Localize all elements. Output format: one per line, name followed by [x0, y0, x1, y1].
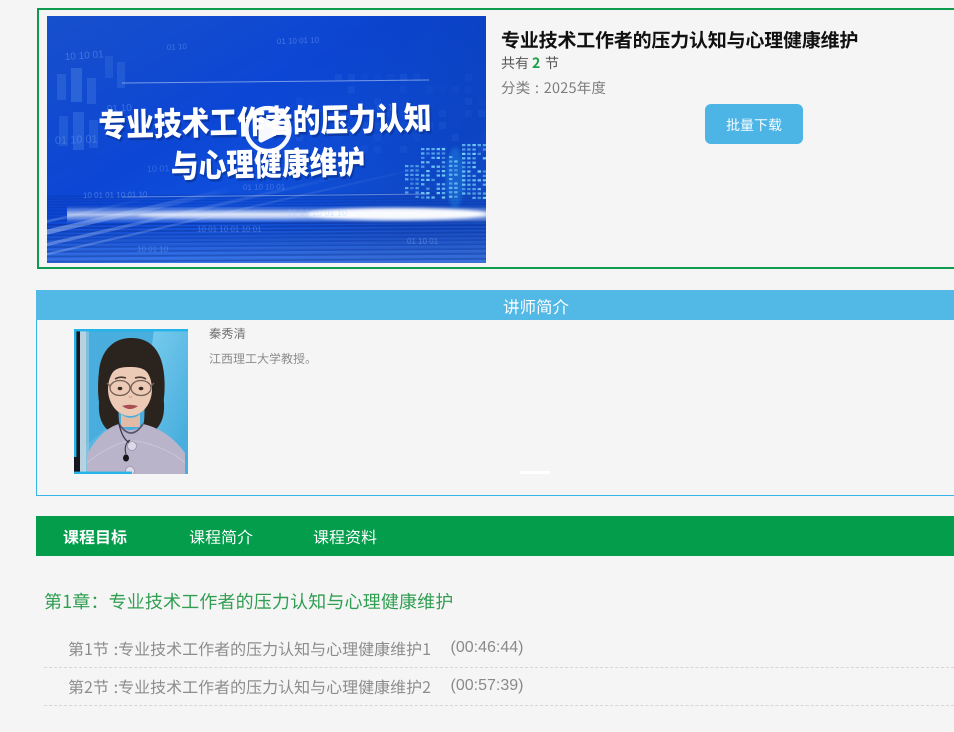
svg-text:01 10: 01 10	[167, 42, 188, 52]
svg-text:10 01: 10 01	[147, 163, 170, 174]
svg-text:01 10 01 10: 01 10 01 10	[277, 36, 320, 46]
svg-text:01 10 10 01: 01 10 10 01	[243, 182, 286, 192]
svg-text:10 01 10: 10 01 10	[137, 245, 169, 254]
svg-text:10 01 10 01 10 01: 10 01 10 01 10 01	[197, 225, 262, 234]
svg-text:10 01 01 10 01 10: 10 01 01 10 01 10	[83, 190, 148, 200]
svg-text:01 10 10 01 10: 01 10 10 01 10	[287, 208, 347, 218]
svg-text:01 10 01: 01 10 01	[55, 134, 98, 147]
svg-text:01 10 01: 01 10 01	[407, 237, 439, 246]
